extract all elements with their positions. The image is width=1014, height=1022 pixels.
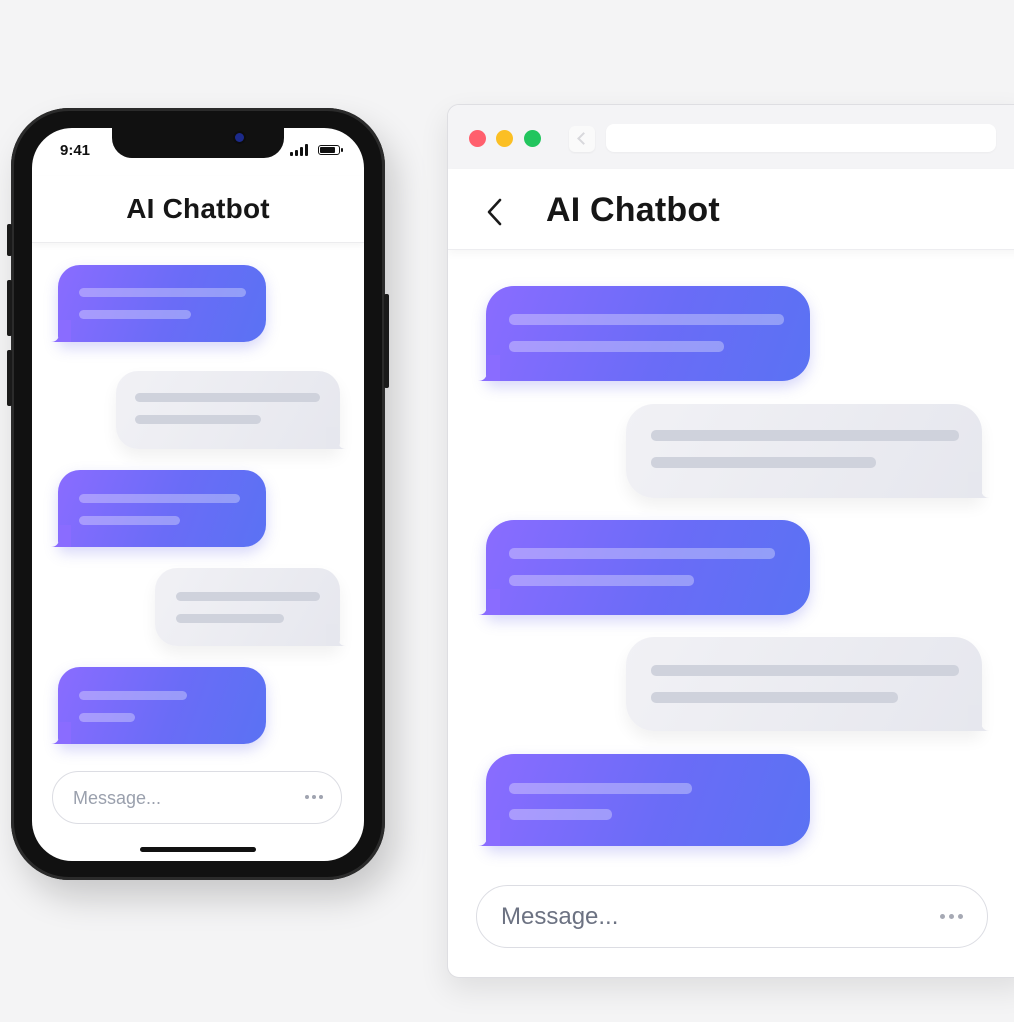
- address-bar[interactable]: [606, 124, 996, 152]
- user-message: [116, 371, 346, 449]
- bubble-tail: [478, 820, 500, 846]
- bot-message: [478, 286, 810, 381]
- phone-screen: 9:41 AI Chatbot Message...: [32, 128, 364, 861]
- phone-notch: [112, 128, 284, 158]
- bot-message: [478, 520, 810, 615]
- page-title: AI Chatbot: [546, 191, 720, 229]
- signal-bars-icon: [290, 144, 312, 156]
- home-indicator[interactable]: [140, 847, 256, 852]
- bubble-tail: [326, 624, 346, 646]
- bot-message: [51, 667, 266, 744]
- browser-back-button[interactable]: [569, 126, 595, 152]
- bubble-tail: [478, 589, 500, 615]
- close-window-button[interactable]: [469, 130, 486, 147]
- more-dots-icon[interactable]: [305, 795, 323, 799]
- message-input-placeholder: Message...: [73, 788, 162, 808]
- user-message: [626, 637, 990, 731]
- phone-volume-up: [7, 280, 12, 336]
- minimize-window-button[interactable]: [496, 130, 513, 147]
- bubble-tail: [968, 705, 990, 731]
- phone-volume-down: [7, 350, 12, 406]
- bubble-tail: [51, 320, 71, 342]
- user-message: [155, 568, 346, 646]
- message-input[interactable]: Message...: [52, 771, 342, 824]
- phone-power-button: [384, 294, 389, 388]
- front-camera-icon: [235, 133, 244, 142]
- battery-icon: [318, 145, 343, 155]
- bot-message: [478, 754, 810, 846]
- maximize-window-button[interactable]: [524, 130, 541, 147]
- bubble-tail: [51, 525, 71, 547]
- bubble-tail: [326, 427, 346, 449]
- message-input-placeholder: Message...: [501, 903, 619, 930]
- browser-window: AI Chatbot Message...: [447, 104, 1014, 978]
- status-time: 9:41: [60, 142, 91, 159]
- user-message: [626, 404, 990, 498]
- bubble-tail: [968, 472, 990, 498]
- browser-chat-header: AI Chatbot: [448, 169, 1014, 250]
- phone-chat-header: AI Chatbot: [32, 176, 364, 243]
- phone-silent-switch: [7, 224, 12, 256]
- bubble-tail: [51, 722, 71, 744]
- message-input[interactable]: Message...: [476, 885, 988, 948]
- bot-message: [51, 265, 266, 342]
- browser-toolbar: [448, 105, 1014, 170]
- bubble-tail: [478, 355, 500, 381]
- more-dots-icon[interactable]: [940, 914, 963, 919]
- bot-message: [51, 470, 266, 547]
- page-title: AI Chatbot: [126, 193, 270, 224]
- phone-mockup: 9:41 AI Chatbot Message...: [7, 108, 389, 880]
- chevron-left-icon[interactable]: [484, 197, 506, 227]
